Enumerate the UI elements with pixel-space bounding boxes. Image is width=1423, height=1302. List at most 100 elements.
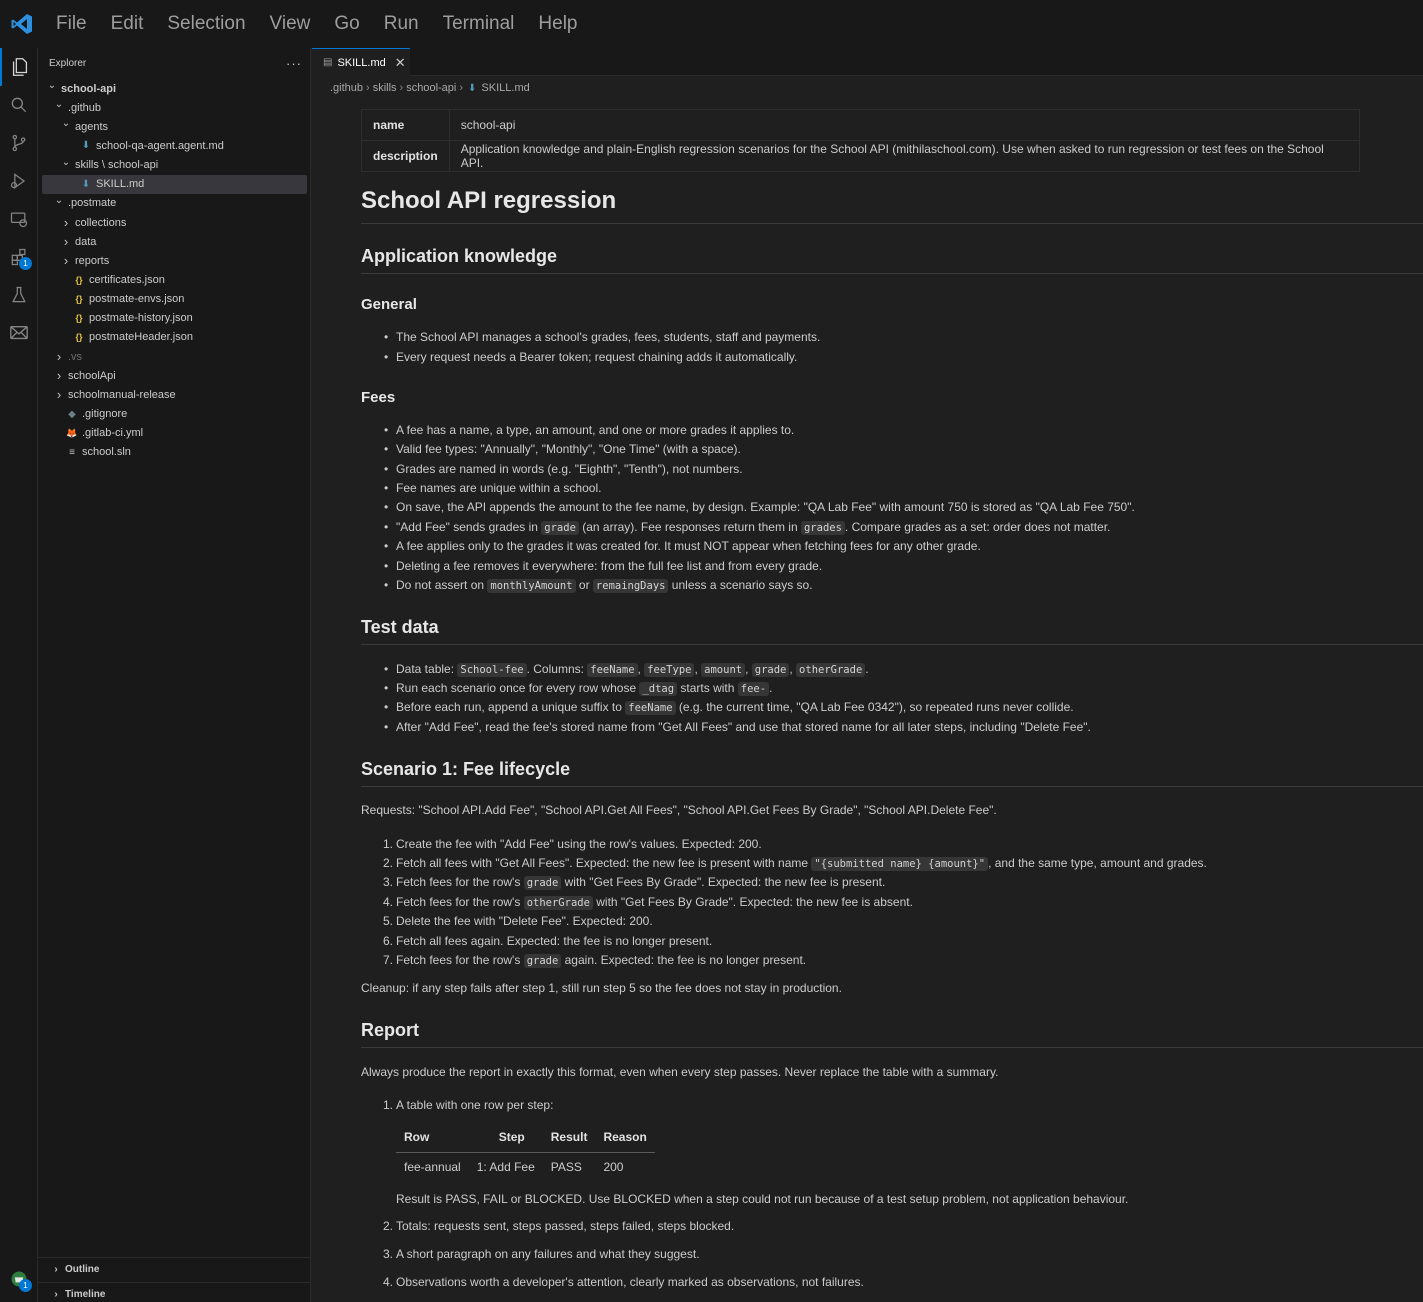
tree-item[interactable]: › reports [42,251,307,270]
chevron-down-icon: ⌄ [54,194,64,206]
inline-code: _dtag [639,682,678,696]
tree-item[interactable]: ⌄ .github [42,98,307,117]
close-icon[interactable]: ✕ [395,55,406,71]
menu-view[interactable]: View [258,0,323,48]
paragraph: Cleanup: if any step fails after step 1,… [361,981,842,995]
list-item: Before each run, append a unique suffix … [384,699,1074,716]
chevron-right-icon: › [56,349,62,365]
chevron-right-icon: › [56,387,62,403]
menu-go[interactable]: Go [322,0,371,48]
menu-help[interactable]: Help [526,0,589,48]
breadcrumb-item[interactable]: skills [373,82,397,94]
chevron-right-icon: › [459,82,464,94]
frontmatter-value: school-api [448,109,1361,141]
chevron-right-icon: › [63,234,69,250]
list-item: 2. Fetch all fees with "Get All Fees". Ex… [383,856,1207,871]
tree-item-label: schoolApi [68,369,116,382]
tree-item-label: .vs [68,350,83,363]
more-actions-icon[interactable]: ··· [286,56,302,71]
tree-item[interactable]: › schoolApi [42,366,307,385]
tree-item-label: .gitignore [82,408,128,421]
table-cell: 200 [603,1159,624,1174]
tree-item[interactable]: ⌄ school-api [42,79,307,98]
search-icon[interactable] [0,86,38,124]
sidebar-sash[interactable] [312,688,314,702]
testing-icon[interactable] [0,276,38,314]
frontmatter-key: description [361,140,450,172]
chevron-down-icon: ⌄ [47,80,57,91]
accounts-badge: 1 [19,1279,32,1292]
tree-item-label: skills \ school-api [75,159,159,172]
table-cell: PASS [550,1159,582,1174]
breadcrumb-item[interactable]: school-api [406,82,456,94]
inline-code: fee- [737,682,770,696]
tree-item[interactable]: ⬇ SKILL.md [42,174,307,194]
tree-item[interactable]: {} certificates.json [42,271,307,290]
tree-item[interactable]: › schoolmanual-release [42,385,307,404]
list-item: A fee applies only to the grades it was … [384,538,981,554]
chevron-right-icon: › [56,368,62,384]
list-item: 5. Delete the fee with "Delete Fee". Expe… [383,914,653,928]
tree-item-label: schoolmanual-release [68,388,176,401]
list-item: A fee has a name, a type, an amount, and… [384,422,794,438]
outline-section[interactable]: › Outline [38,1257,310,1281]
menu-file[interactable]: File [44,0,99,48]
inline-code: amount [701,663,746,677]
list-item: Valid fee types: "Annually", "Monthly", … [384,441,741,457]
postmate-icon[interactable] [0,314,38,352]
markdown-file-icon: ⬇ [81,140,91,152]
tree-item[interactable]: › collections [42,213,307,232]
explorer-header: Explorer ··· [38,48,310,78]
inline-code: grades [800,521,845,535]
tree-item[interactable]: ≡ school.sln [42,443,307,462]
remote-explorer-icon[interactable] [0,200,38,238]
breadcrumb-item[interactable]: SKILL.md [481,82,529,94]
menu-selection[interactable]: Selection [155,0,257,48]
gitlab-file-icon: 🦊 [66,427,78,438]
menu-run[interactable]: Run [372,0,431,48]
chevron-right-icon: › [63,215,69,231]
tree-item[interactable]: ⌄ skills \ school-api [42,156,307,175]
list-item: 7. Fetch fees for the row's grade again. … [383,953,807,968]
menu-terminal[interactable]: Terminal [431,0,527,48]
tab-label: SKILL.md [337,56,386,69]
tab-skill-md[interactable]: ▤ SKILL.md ✕ [312,48,410,76]
inline-code: grade [523,876,562,890]
menu-edit[interactable]: Edit [99,0,156,48]
table-header: Step [468,1123,543,1153]
breadcrumb-item[interactable]: .github [330,82,363,94]
tree-item-label: .gitlab-ci.yml [82,427,144,440]
timeline-section[interactable]: › Timeline [38,1282,310,1302]
explorer-title: Explorer [49,57,87,69]
tree-item[interactable]: › .vs [42,347,307,366]
source-control-icon[interactable] [0,124,38,162]
git-file-icon: ◆ [68,408,76,420]
tree-item[interactable]: {} postmate-envs.json [42,290,307,309]
run-debug-icon[interactable] [0,162,38,200]
tree-item[interactable]: {} postmate-history.json [42,309,307,328]
accounts-icon[interactable]: 1 [0,1260,38,1298]
list-item: Fee names are unique within a school. [384,480,601,496]
tree-item[interactable]: › data [42,232,307,251]
extensions-icon[interactable]: 1 [0,238,38,276]
tree-item[interactable]: ⬇ school-qa-agent.agent.md [42,136,307,155]
tree-item[interactable]: {} postmateHeader.json [42,328,307,347]
tree-item[interactable]: ⌄ .postmate [42,194,307,213]
chevron-down-icon: ⌄ [61,156,71,168]
chevron-down-icon: ⌄ [54,99,64,111]
tree-item[interactable]: ⌄ agents [42,117,307,136]
list-item: 3. A short paragraph on any failures and … [383,1247,700,1261]
menu-bar: File Edit Selection View Go Run Terminal… [0,0,1423,48]
heading-scenario-1: Scenario 1: Fee lifecycle [361,759,571,779]
list-item: "Add Fee" sends grades in grade (an arra… [384,519,1110,536]
tree-item[interactable]: ◆ .gitignore [42,405,307,424]
list-item: Grades are named in words (e.g. "Eighth"… [384,461,743,477]
breadcrumb: .github › skills › school-api › ⬇ SKILL.md [330,80,530,96]
divider [361,1047,1423,1048]
tree-item-label: certificates.json [89,274,165,286]
list-item: Do not assert on monthlyAmount or remain… [384,577,813,594]
tree-item[interactable]: 🦊 .gitlab-ci.yml [42,424,307,443]
tree-item-label: school-api [61,82,117,95]
inline-code: grade [523,954,562,968]
explorer-icon[interactable] [0,48,38,86]
